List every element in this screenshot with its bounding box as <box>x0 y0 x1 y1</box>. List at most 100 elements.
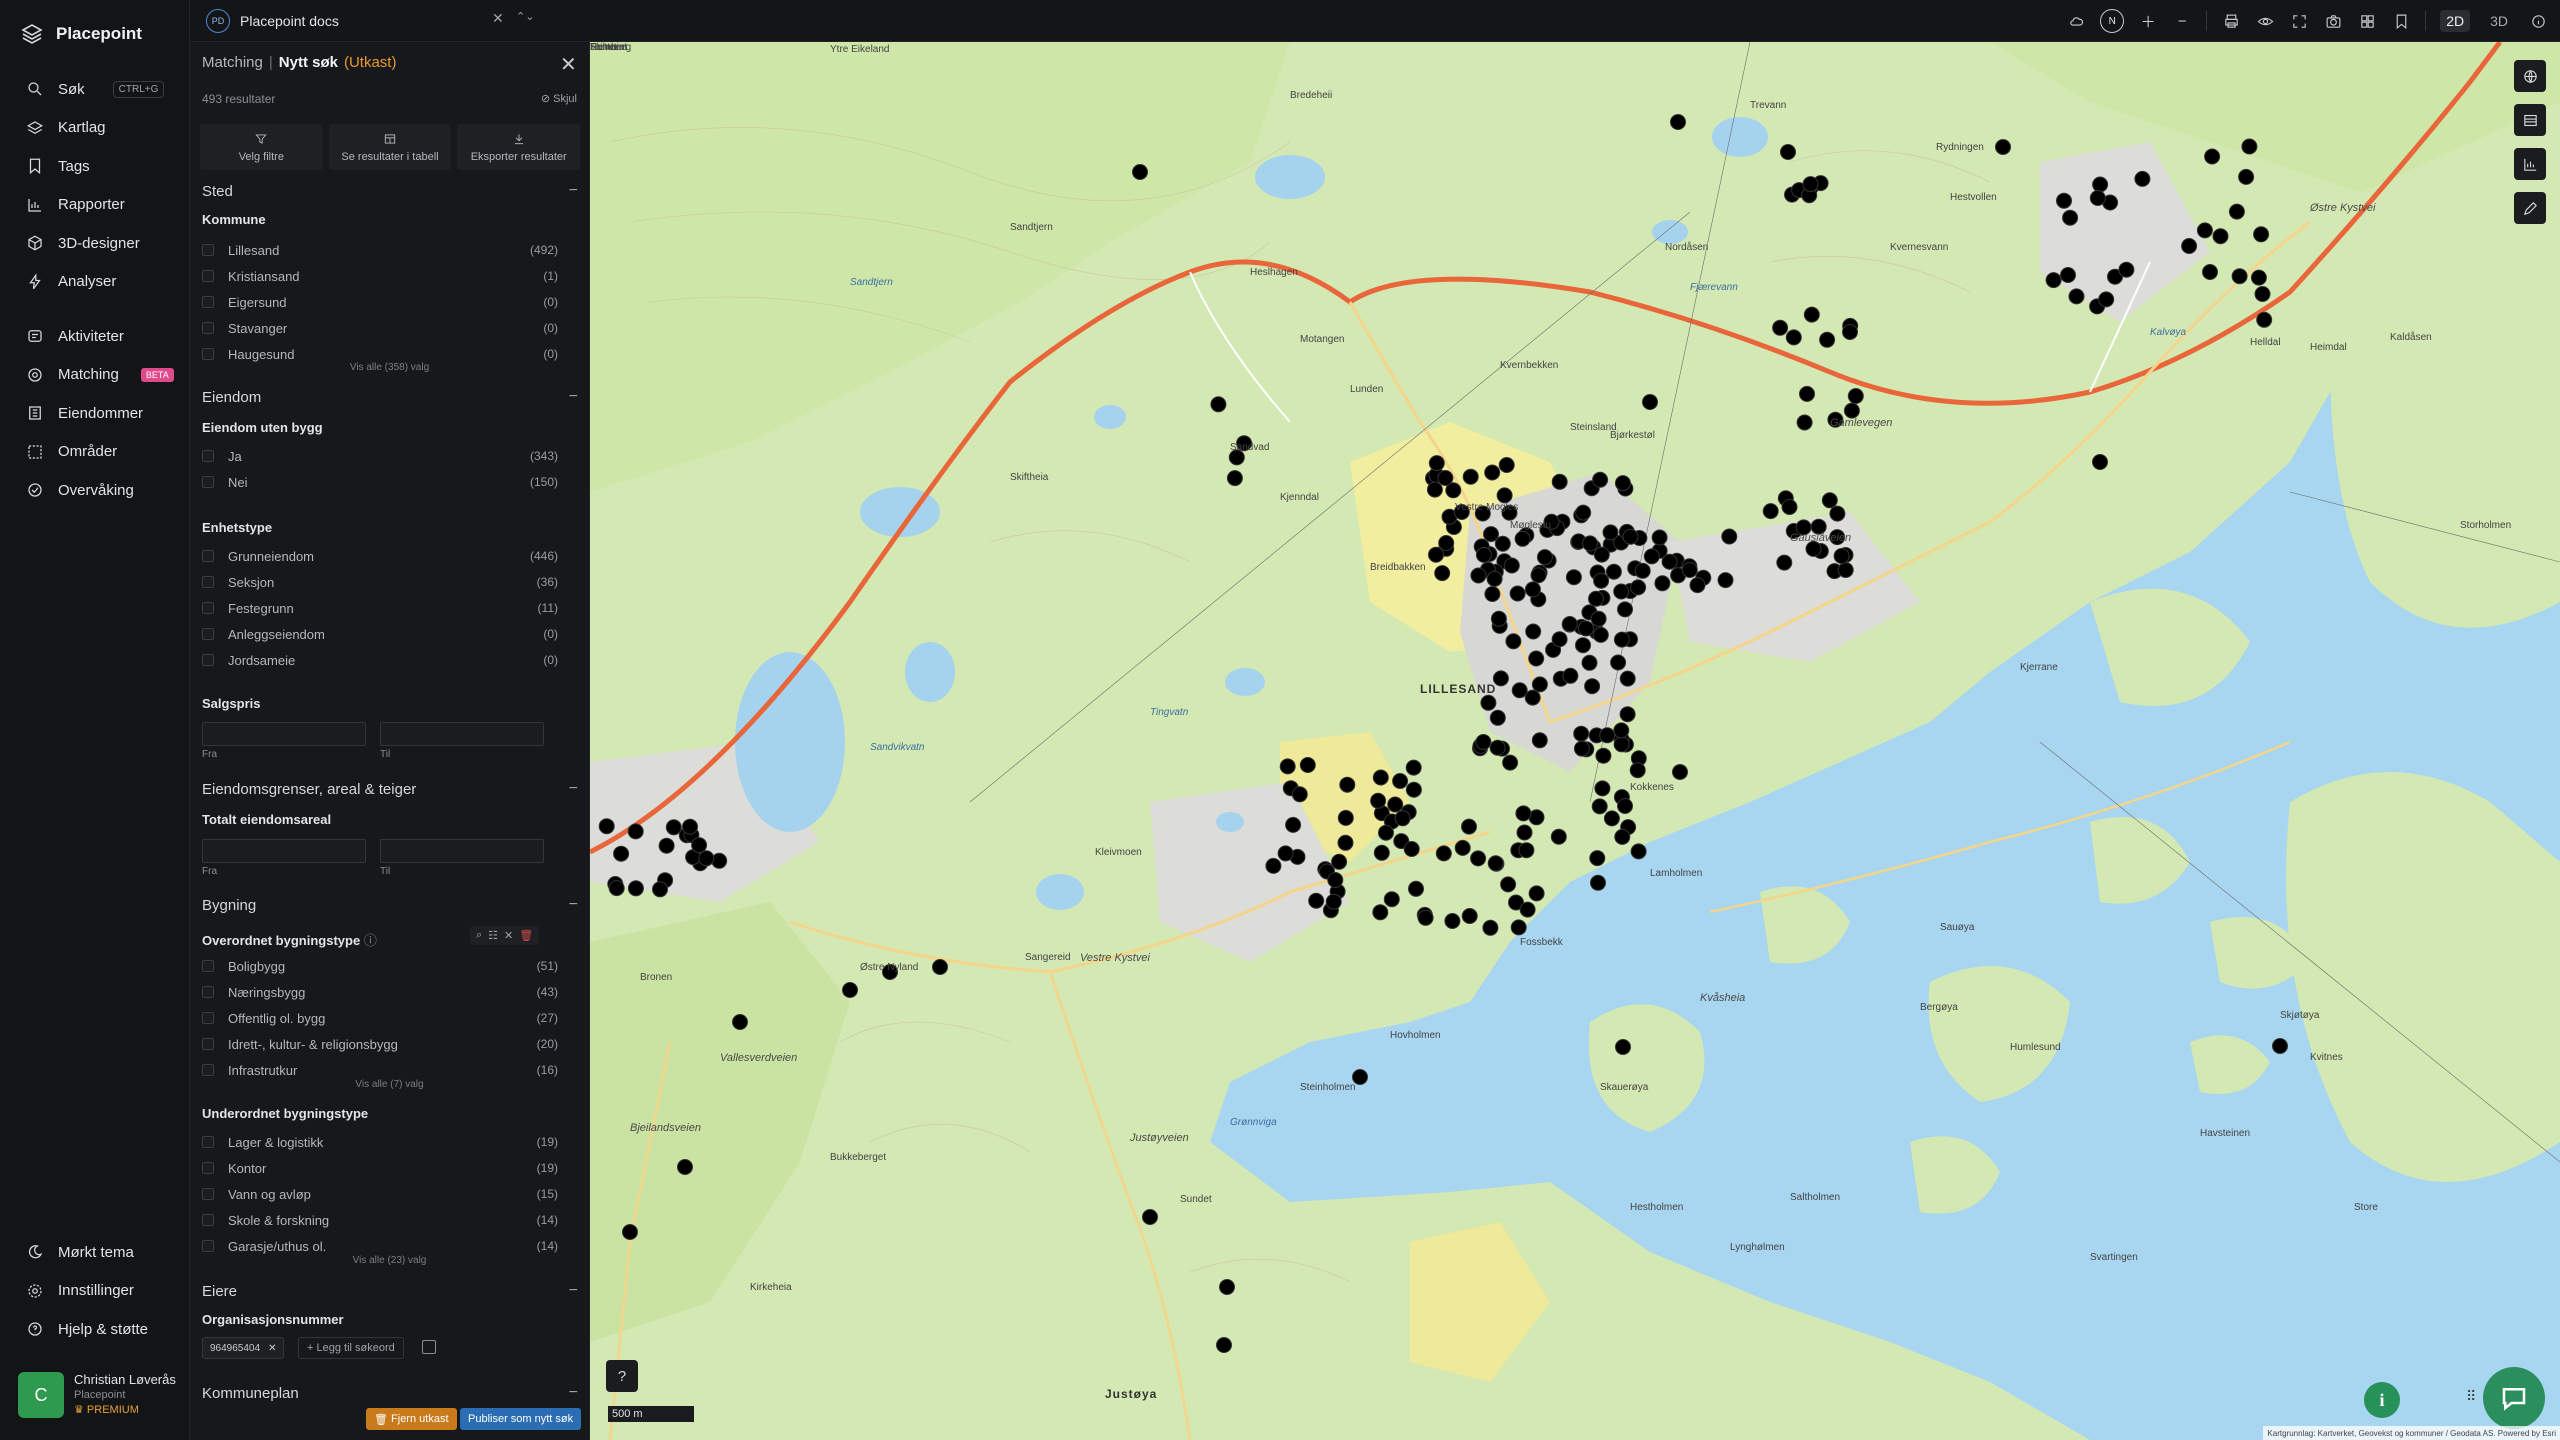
result-marker[interactable] <box>1470 567 1487 584</box>
result-marker[interactable] <box>658 837 675 854</box>
section-eiere[interactable]: Eiere − <box>202 1282 578 1300</box>
result-marker[interactable] <box>711 852 728 869</box>
result-marker[interactable] <box>1599 727 1616 744</box>
result-marker[interactable] <box>1642 394 1658 410</box>
result-marker[interactable] <box>2181 238 2198 254</box>
result-marker[interactable] <box>2256 311 2273 328</box>
result-marker[interactable] <box>2253 226 2270 243</box>
result-marker[interactable] <box>1622 528 1639 545</box>
result-marker[interactable] <box>1619 706 1636 723</box>
result-marker[interactable] <box>1578 620 1594 637</box>
edit-map-button[interactable] <box>2514 192 2546 224</box>
result-marker[interactable] <box>1279 758 1296 775</box>
result-marker[interactable] <box>1524 581 1541 598</box>
result-marker[interactable] <box>1573 740 1590 757</box>
option-row[interactable]: Grunneiendom (446) <box>202 546 558 566</box>
show-all-link[interactable]: Vis alle (23) valg <box>190 1255 589 1266</box>
result-marker[interactable] <box>2056 192 2072 209</box>
print-icon[interactable] <box>2221 11 2241 31</box>
mode-3d-button[interactable]: 3D <box>2484 10 2514 32</box>
result-marker[interactable] <box>1408 880 1424 897</box>
sidebar-item-help[interactable]: Hjelp & støtte <box>0 1310 190 1349</box>
result-marker[interactable] <box>1581 654 1598 671</box>
result-marker[interactable] <box>1277 845 1294 862</box>
result-marker[interactable] <box>598 818 615 835</box>
result-marker[interactable] <box>1721 528 1738 545</box>
sidebar-item-analyser[interactable]: Analyser <box>0 263 190 302</box>
result-marker[interactable] <box>1428 546 1444 563</box>
result-marker[interactable] <box>1325 893 1342 910</box>
result-marker[interactable] <box>2272 1038 2288 1054</box>
result-marker[interactable] <box>1589 850 1606 867</box>
result-marker[interactable] <box>1475 734 1492 750</box>
zoom-out-icon[interactable]: − <box>2172 11 2192 31</box>
result-marker[interactable] <box>652 881 668 898</box>
result-marker[interactable] <box>1210 396 1227 413</box>
result-marker[interactable] <box>842 982 858 998</box>
option-row[interactable]: Lager & logistikk (19) <box>202 1132 558 1152</box>
option-row[interactable]: Skole & forskning (14) <box>202 1210 558 1230</box>
collapse-icon[interactable]: − <box>569 896 578 914</box>
result-marker[interactable] <box>1613 631 1630 648</box>
list-icon[interactable]: ☷ <box>488 929 498 942</box>
option-row[interactable]: Offentlig ol. bygg (27) <box>202 1008 558 1028</box>
show-all-link[interactable]: Vis alle (7) valg <box>190 1079 589 1090</box>
collapse-icon[interactable]: − <box>569 1282 578 1300</box>
option-row[interactable]: Infrastrutkur (16) <box>202 1060 558 1080</box>
result-marker[interactable] <box>1461 908 1478 924</box>
result-marker[interactable] <box>2204 148 2221 165</box>
chart-map-button[interactable] <box>2514 148 2546 180</box>
result-marker[interactable] <box>1444 913 1461 929</box>
copy-icon[interactable] <box>422 1340 436 1354</box>
section-sted[interactable]: Sted − <box>202 182 578 200</box>
sidebar-item-settings[interactable]: Innstillinger <box>0 1272 190 1311</box>
result-marker[interactable] <box>1405 781 1422 798</box>
result-marker[interactable] <box>1550 828 1567 845</box>
result-marker[interactable] <box>2062 209 2079 226</box>
result-marker[interactable] <box>2238 168 2255 185</box>
result-marker[interactable] <box>1426 481 1443 498</box>
option-row[interactable]: Haugesund (0) <box>202 344 558 364</box>
result-marker[interactable] <box>682 818 698 835</box>
checkbox[interactable] <box>202 348 214 360</box>
result-marker[interactable] <box>1672 764 1688 780</box>
sidebar-item-aktiviteter[interactable]: Aktiviteter <box>0 317 190 356</box>
keyword-chip[interactable]: 964965404 ✕ <box>202 1337 285 1359</box>
result-marker[interactable] <box>932 959 948 975</box>
result-marker[interactable] <box>698 850 715 867</box>
price-to-input[interactable] <box>380 722 544 746</box>
result-marker[interactable] <box>1505 633 1522 650</box>
result-marker[interactable] <box>1799 385 1815 402</box>
brand[interactable]: Placepoint <box>20 20 142 48</box>
option-row[interactable]: Næringsbygg (43) <box>202 982 558 1002</box>
close-icon[interactable]: ✕ <box>268 1343 276 1354</box>
result-marker[interactable] <box>1480 694 1497 711</box>
result-marker[interactable] <box>2212 228 2229 245</box>
result-marker[interactable] <box>1327 872 1344 888</box>
result-marker[interactable] <box>1681 562 1698 578</box>
result-marker[interactable] <box>1613 722 1630 739</box>
collapse-icon[interactable]: − <box>569 388 578 406</box>
result-marker[interactable] <box>1689 577 1706 594</box>
result-marker[interactable] <box>1500 876 1517 893</box>
result-marker[interactable] <box>1661 553 1678 570</box>
result-marker[interactable] <box>1590 874 1606 891</box>
result-marker[interactable] <box>1510 919 1527 936</box>
result-marker[interactable] <box>1337 809 1354 826</box>
result-marker[interactable] <box>1524 689 1541 706</box>
sidebar-item-tags[interactable]: Tags <box>0 147 190 186</box>
result-marker[interactable] <box>1291 786 1308 803</box>
camera-icon[interactable] <box>2323 11 2343 31</box>
section-kommuneplan[interactable]: Kommuneplan − <box>202 1384 578 1402</box>
result-marker[interactable] <box>1142 1209 1158 1225</box>
publish-button[interactable]: Publiser som nytt søk <box>460 1408 582 1430</box>
result-marker[interactable] <box>1995 139 2011 155</box>
checkbox[interactable] <box>202 476 214 488</box>
result-marker[interactable] <box>1285 816 1302 833</box>
result-marker[interactable] <box>1717 572 1734 589</box>
option-row[interactable]: Seksjon (36) <box>202 572 558 592</box>
result-marker[interactable] <box>1615 1039 1631 1055</box>
option-row[interactable]: Garasje/uthus ol. (14) <box>202 1236 558 1256</box>
sidebar-item-omrader[interactable]: Områder <box>0 433 190 472</box>
result-marker[interactable] <box>1614 475 1631 492</box>
